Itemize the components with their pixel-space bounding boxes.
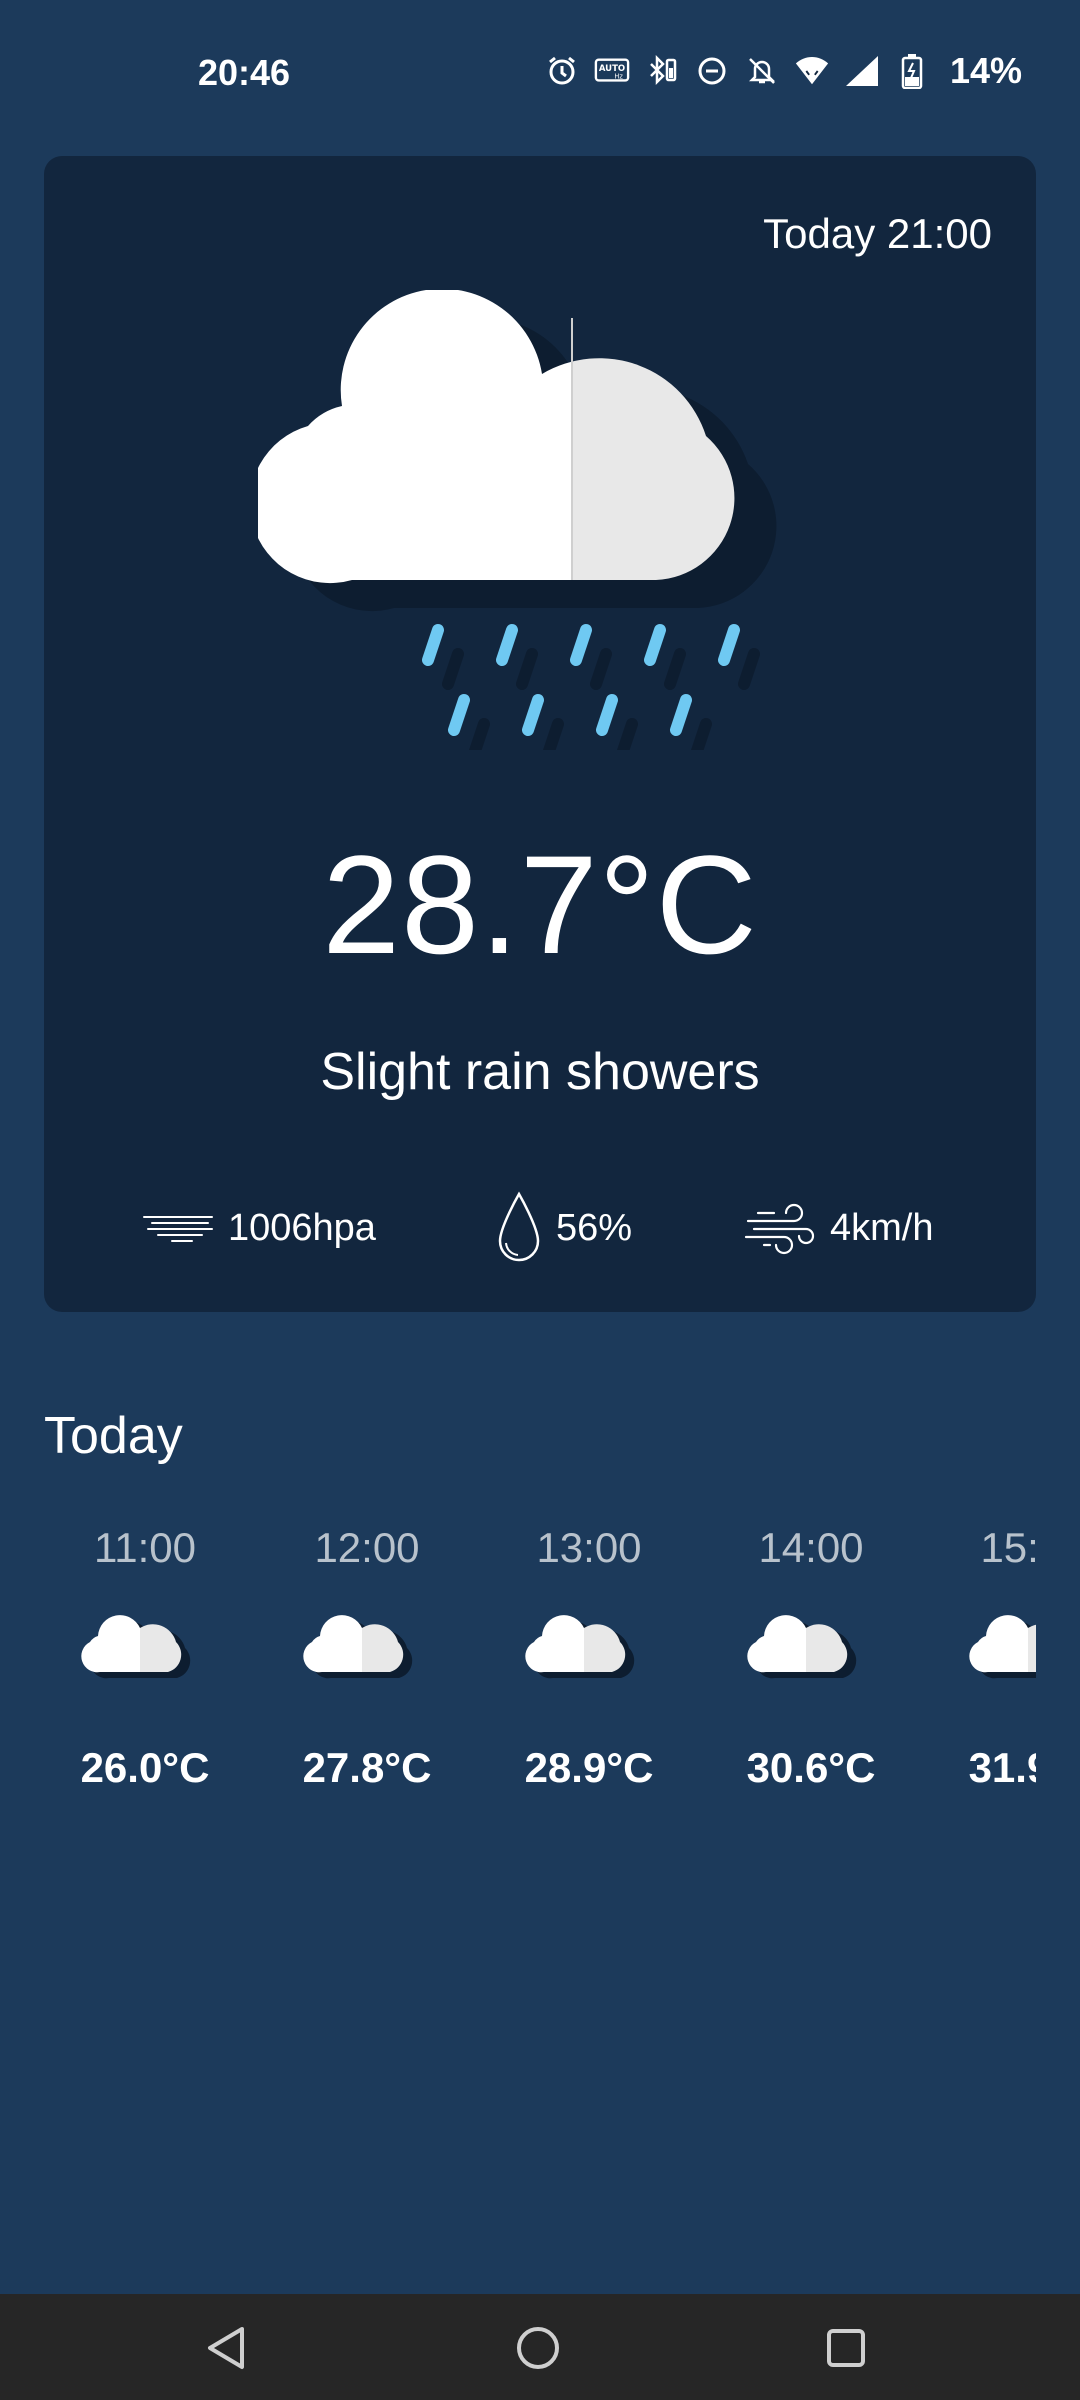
svg-text:Hz: Hz bbox=[614, 73, 623, 81]
wind-icon bbox=[744, 1203, 815, 1255]
navigation-bar bbox=[0, 2294, 1080, 2400]
auto-hz-icon: AUTO Hz bbox=[594, 53, 630, 89]
forecast-datetime: Today 21:00 bbox=[763, 210, 992, 257]
hourly-forecast-list[interactable]: 11:00 26.0°C 12:00 27.8°C 13:00 28.9°C 1… bbox=[44, 1518, 1036, 1798]
hour-temperature: 30.6°C bbox=[746, 1744, 876, 1791]
humidity-metric: 56% bbox=[496, 1188, 632, 1268]
notifications-off-icon bbox=[744, 53, 780, 89]
bluetooth-battery-icon bbox=[644, 53, 680, 89]
home-button[interactable] bbox=[508, 2318, 568, 2378]
alarm-icon bbox=[544, 53, 580, 89]
hour-time: 12:00 bbox=[314, 1524, 420, 1571]
wind-value: 4km/h bbox=[830, 1206, 934, 1249]
hourly-item[interactable]: 15:00 31.9°C bbox=[922, 1518, 1036, 1798]
cloud-icon bbox=[969, 1615, 1036, 1679]
current-weather-card: Today 21:00 28.7°C Slight rain showers 1… bbox=[44, 156, 1036, 1312]
signal-icon bbox=[844, 53, 880, 89]
hour-temperature: 28.9°C bbox=[524, 1744, 654, 1791]
hour-time: 14:00 bbox=[758, 1524, 864, 1571]
battery-charging-icon bbox=[894, 53, 930, 89]
do-not-disturb-icon bbox=[694, 53, 730, 89]
wifi-icon bbox=[794, 53, 830, 89]
battery-percent: 14% bbox=[949, 50, 1022, 91]
status-icons: AUTO Hz 14% bbox=[544, 50, 1022, 92]
hour-time: 11:00 bbox=[94, 1524, 196, 1571]
cloud-icon bbox=[303, 1615, 413, 1679]
recents-icon bbox=[827, 2329, 865, 2367]
hour-temperature: 26.0°C bbox=[80, 1744, 210, 1791]
hourly-item[interactable]: 12:00 27.8°C bbox=[256, 1518, 478, 1798]
hour-temperature: 31.9°C bbox=[968, 1744, 1036, 1791]
today-section-title: Today bbox=[44, 1407, 183, 1465]
current-temperature: 28.7°C bbox=[322, 826, 758, 983]
wind-metric: 4km/h bbox=[744, 1188, 933, 1268]
cloud-icon bbox=[81, 1615, 191, 1679]
pressure-metric: 1006hpa bbox=[142, 1188, 376, 1268]
hour-temperature: 27.8°C bbox=[302, 1744, 432, 1791]
cloud-rain-icon bbox=[258, 290, 777, 750]
hour-time: 15:00 bbox=[980, 1524, 1036, 1571]
humidity-value: 56% bbox=[556, 1206, 633, 1249]
back-icon bbox=[208, 2327, 244, 2369]
cloud-icon bbox=[525, 1615, 635, 1679]
hourly-item[interactable]: 11:00 26.0°C bbox=[44, 1518, 256, 1798]
pressure-icon bbox=[143, 1216, 213, 1242]
pressure-value: 1006hpa bbox=[228, 1206, 376, 1249]
weather-condition: Slight rain showers bbox=[320, 1043, 760, 1101]
cloud-icon bbox=[747, 1615, 857, 1679]
recents-button[interactable] bbox=[816, 2318, 876, 2378]
status-time: 20:46 bbox=[198, 52, 291, 93]
hour-time: 13:00 bbox=[536, 1524, 642, 1571]
status-bar: 20:46 AUTO Hz 14% bbox=[0, 0, 1080, 150]
hourly-item[interactable]: 13:00 28.9°C bbox=[478, 1518, 700, 1798]
back-button[interactable] bbox=[196, 2318, 256, 2378]
home-icon bbox=[517, 2327, 559, 2369]
hourly-item[interactable]: 14:00 30.6°C bbox=[700, 1518, 922, 1798]
weather-screen: 20:46 AUTO Hz 14% Today 21:00 28.7°C Sli… bbox=[0, 0, 1080, 2400]
humidity-drop-icon bbox=[498, 1191, 540, 1262]
